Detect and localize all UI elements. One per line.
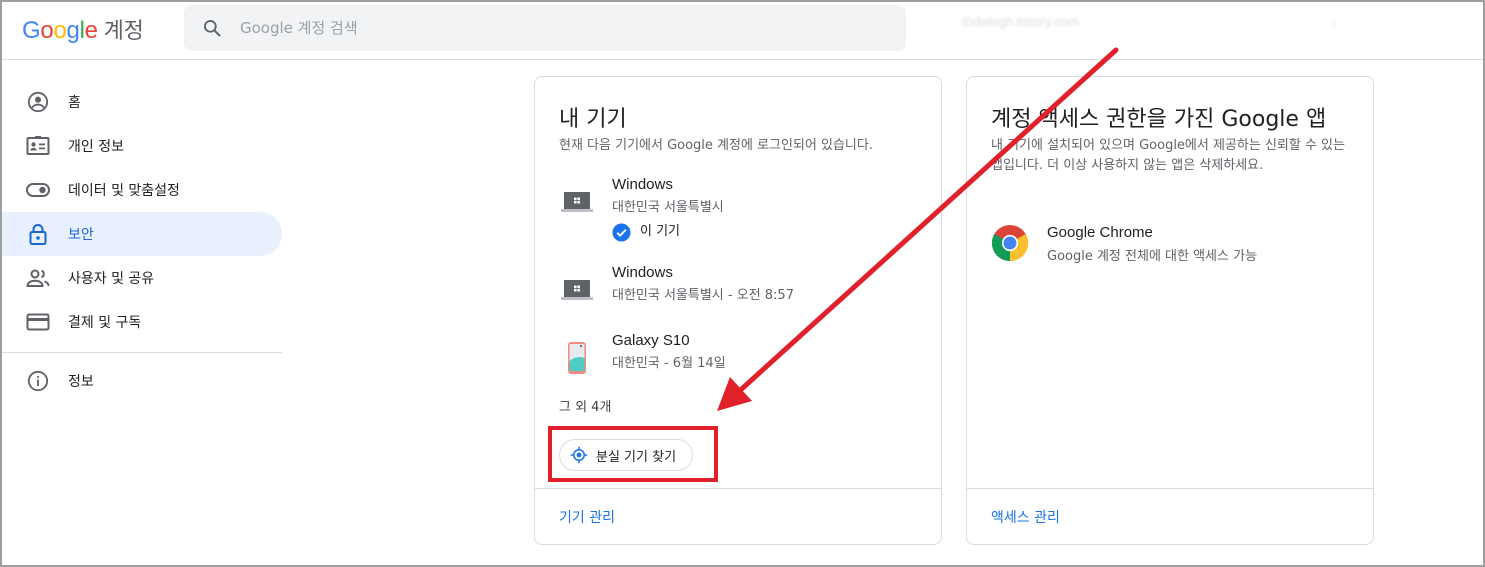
apps-card-footer: 액세스 관리 <box>967 488 1373 544</box>
devices-card-title: 내 기기 <box>559 107 627 132</box>
search-icon[interactable] <box>184 18 240 38</box>
id-card-icon <box>26 134 50 158</box>
search-input[interactable] <box>240 19 840 37</box>
chrome-icon <box>991 224 1031 264</box>
sidebar-item-personal-info[interactable]: 개인 정보 <box>2 124 282 168</box>
device-location: 대한민국 서울특별시 <box>612 200 724 215</box>
logo-letter: e <box>84 17 98 44</box>
sidebar-item-home[interactable]: 홈 <box>2 80 282 124</box>
google-account-logo[interactable]: Google 계정 <box>22 13 144 45</box>
sidebar-item-label: 보안 <box>68 227 94 243</box>
sidebar-item-label: 개인 정보 <box>68 139 124 155</box>
more-devices-text: 그 외 4개 <box>559 400 612 415</box>
laptop-windows-icon <box>559 272 595 308</box>
check-circle-icon <box>612 222 631 242</box>
smartphone-icon <box>559 340 595 376</box>
device-name: Windows <box>612 176 673 193</box>
device-item[interactable]: Windows 대한민국 서울특별시 이 기기 <box>559 174 724 244</box>
credit-card-icon <box>26 310 50 334</box>
account-circle-icon <box>26 90 50 114</box>
sidebar-item-about[interactable]: 정보 <box>2 359 282 403</box>
third-party-apps-card: 계정 액세스 권한을 가진 Google 앱 내 기기에 설치되어 있으며 Go… <box>966 76 1374 545</box>
blurred-url: thdwlsgh.tistory.com <box>962 14 1079 29</box>
app-name: Google Chrome <box>1047 224 1153 241</box>
sidebar-divider <box>2 352 282 353</box>
devices-card-description: 현재 다음 기기에서 Google 계정에 로그인되어 있습니다. <box>559 138 873 153</box>
logo-letter: o <box>40 17 54 44</box>
app-item-chrome[interactable]: Google Chrome Google 계정 전체에 대한 액세스 가능 <box>991 222 1257 270</box>
device-item[interactable]: Galaxy S10 대한민국 - 6월 14일 <box>559 330 726 376</box>
app-access-level: Google 계정 전체에 대한 액세스 가능 <box>1047 249 1258 264</box>
device-location: 대한민국 - 6월 14일 <box>612 356 726 371</box>
sidebar-item-payments[interactable]: 결제 및 구독 <box>2 300 282 344</box>
device-name: Windows <box>612 264 673 281</box>
sidebar-nav: 홈 개인 정보 데이터 및 맞춤설정 보안 사용자 및 공유 결제 및 구독 정… <box>2 80 282 403</box>
sidebar-item-security[interactable]: 보안 <box>2 212 282 256</box>
top-bar: Google 계정 thdwlsgh.tistory.com › <box>0 0 1485 60</box>
annotation-highlight-box <box>548 426 718 482</box>
sidebar-item-label: 정보 <box>68 374 94 390</box>
sidebar-item-label: 사용자 및 공유 <box>68 271 155 287</box>
product-name: 계정 <box>103 19 144 44</box>
this-device-label: 이 기기 <box>640 224 681 239</box>
sidebar-item-label: 데이터 및 맞춤설정 <box>68 183 180 199</box>
apps-card-title: 계정 액세스 권한을 가진 Google 앱 <box>991 107 1327 132</box>
toggle-icon <box>26 178 50 202</box>
lock-icon <box>26 222 50 246</box>
people-icon <box>26 266 50 290</box>
chevron-right-icon: › <box>1332 14 1337 30</box>
info-icon <box>26 369 50 393</box>
sidebar-item-people-sharing[interactable]: 사용자 및 공유 <box>2 256 282 300</box>
logo-letter: g <box>66 17 80 44</box>
sidebar-item-label: 결제 및 구독 <box>68 315 142 331</box>
laptop-windows-icon <box>559 184 595 220</box>
manage-access-link[interactable]: 액세스 관리 <box>991 507 1060 527</box>
sidebar-item-data-personalization[interactable]: 데이터 및 맞춤설정 <box>2 168 282 212</box>
search-bar[interactable] <box>184 5 906 51</box>
logo-letter: o <box>53 17 67 44</box>
apps-card-description: 내 기기에 설치되어 있으며 Google에서 제공하는 신뢰할 수 있는 앱입… <box>991 138 1345 173</box>
device-location: 대한민국 서울특별시 - 오전 8:57 <box>612 288 794 303</box>
devices-card-footer: 기기 관리 <box>535 488 941 544</box>
manage-devices-link[interactable]: 기기 관리 <box>559 507 615 527</box>
logo-letter: G <box>22 17 41 44</box>
device-item[interactable]: Windows 대한민국 서울특별시 - 오전 8:57 <box>559 262 794 308</box>
this-device-badge: 이 기기 <box>612 220 724 244</box>
sidebar-item-label: 홈 <box>68 95 81 111</box>
device-name: Galaxy S10 <box>612 332 690 349</box>
